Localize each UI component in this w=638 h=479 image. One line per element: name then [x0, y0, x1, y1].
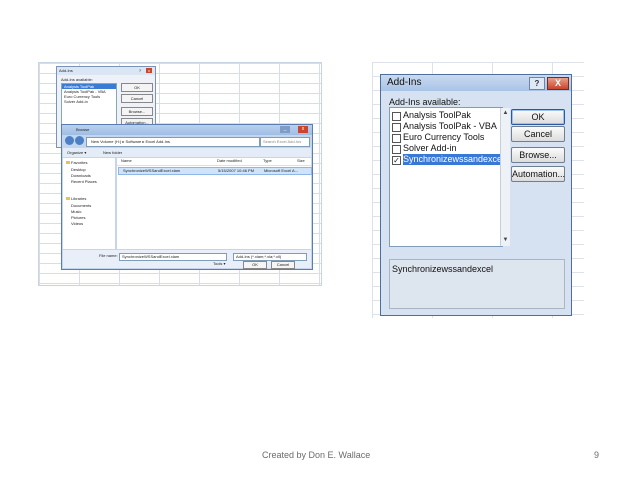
browse-cancel-button[interactable]: Cancel	[271, 261, 295, 269]
footer-credit: Created by Don E. Wallace	[262, 450, 371, 460]
checkbox[interactable]	[392, 112, 401, 121]
available-label: Add-Ins available:	[389, 97, 461, 107]
back-icon[interactable]	[65, 136, 74, 145]
star-icon	[66, 161, 70, 164]
automation-button[interactable]: Automation...	[511, 166, 565, 182]
scroll-up-icon[interactable]: ▲	[502, 109, 509, 117]
checkbox-checked[interactable]: ✓	[392, 156, 401, 165]
close-icon[interactable]: x	[298, 126, 308, 133]
forward-icon[interactable]	[75, 136, 84, 145]
tools-button[interactable]: Tools ▾	[213, 261, 225, 266]
filetype-select[interactable]: Add-Ins (*.xlam;*.xla;*.xll)	[233, 253, 307, 261]
address-bar[interactable]: New Volume (H:) ▸ Software ▸ Excel Add-I…	[86, 137, 260, 147]
nav-music[interactable]: Music	[71, 209, 81, 214]
new-folder-button[interactable]: New folder	[103, 148, 122, 157]
nav-recent-places[interactable]: Recent Places	[71, 179, 97, 184]
description-panel: Synchronizewssandexcel	[389, 259, 565, 309]
dialog-titlebar: Add-Ins ? X	[381, 75, 571, 91]
column-size[interactable]: Size	[297, 158, 305, 163]
filename-input[interactable]: SynchronizeWSSandExcel.xlam	[119, 253, 227, 261]
addins-list[interactable]: Analysis ToolPak Analysis ToolPak - VBA …	[389, 107, 510, 247]
nav-desktop[interactable]: Desktop	[71, 167, 86, 172]
browse-button[interactable]: Browse...	[511, 147, 565, 163]
small-help-icon[interactable]: ?	[137, 68, 143, 73]
scrollbar[interactable]: ▲ ▼	[500, 108, 510, 246]
checkbox[interactable]	[392, 145, 401, 154]
nav-libraries[interactable]: Libraries	[71, 196, 86, 201]
checkbox[interactable]	[392, 123, 401, 132]
file-date: 5/15/2007 10:46 PM	[218, 168, 255, 173]
minimize-icon[interactable]: _	[280, 126, 290, 133]
filename-label: File name:	[99, 253, 118, 258]
file-type: Microsoft Excel A...	[264, 168, 299, 173]
browse-title: Browse	[62, 125, 312, 135]
browse-footer: File name: SynchronizeWSSandExcel.xlam A…	[63, 250, 311, 269]
browse-dialog: Browse _ x New Volume (H:) ▸ Software ▸ …	[61, 124, 313, 270]
small-close-icon[interactable]: x	[146, 68, 152, 73]
page-number: 9	[594, 450, 600, 460]
column-type[interactable]: Type	[263, 158, 272, 163]
item-label: Solver Add-in	[403, 143, 457, 153]
browse-toolbar: Organize ▾ New folder	[63, 148, 311, 157]
nav-videos[interactable]: Videos	[71, 221, 83, 226]
organize-button[interactable]: Organize ▾	[67, 148, 86, 157]
item-label: Euro Currency Tools	[403, 132, 485, 142]
scroll-down-icon[interactable]: ▼	[502, 236, 509, 244]
browse-ok-button[interactable]: OK	[243, 261, 267, 269]
checkbox[interactable]	[392, 134, 401, 143]
search-input[interactable]: Search Excel Add-Ins	[260, 137, 310, 147]
file-list-header: Name Date modified Type Size	[117, 158, 311, 166]
column-date[interactable]: Date modified	[217, 158, 242, 163]
item-label: Synchronizewssandexcel	[403, 154, 507, 165]
description-text: Synchronizewssandexcel	[392, 264, 494, 274]
small-browse-button[interactable]: Browse...	[121, 107, 153, 116]
ok-button[interactable]: OK	[511, 109, 565, 125]
nav-downloads[interactable]: Downloads	[71, 173, 91, 178]
cancel-button[interactable]: Cancel	[511, 126, 565, 142]
library-icon	[66, 197, 70, 200]
addins-dialog: Add-Ins ? X Add-Ins available: Analysis …	[380, 74, 572, 316]
small-cancel-button[interactable]: Cancel	[121, 94, 153, 103]
list-item[interactable]: Solver Add-in	[62, 99, 116, 104]
help-icon[interactable]: ?	[529, 77, 545, 90]
item-label: Analysis ToolPak - VBA	[403, 121, 497, 131]
nav-favorites[interactable]: Favorites	[71, 160, 87, 165]
small-available-label: Add-Ins available:	[61, 77, 93, 82]
table-row[interactable]: SynchronizeWSSandExcel.xlam 5/15/2007 10…	[118, 167, 312, 175]
close-icon[interactable]: X	[547, 77, 569, 90]
dialog-title: Add-Ins	[387, 77, 422, 88]
navigation-pane: Favorites Desktop Downloads Recent Place…	[63, 158, 115, 249]
small-ok-button[interactable]: OK	[121, 83, 153, 92]
file-list: Name Date modified Type Size Synchronize…	[117, 158, 312, 249]
nav-documents[interactable]: Documents	[71, 203, 91, 208]
nav-pictures[interactable]: Pictures	[71, 215, 85, 220]
item-label: Analysis ToolPak	[403, 110, 471, 120]
column-name[interactable]: Name	[121, 158, 132, 163]
file-name: SynchronizeWSSandExcel.xlam	[123, 168, 181, 173]
